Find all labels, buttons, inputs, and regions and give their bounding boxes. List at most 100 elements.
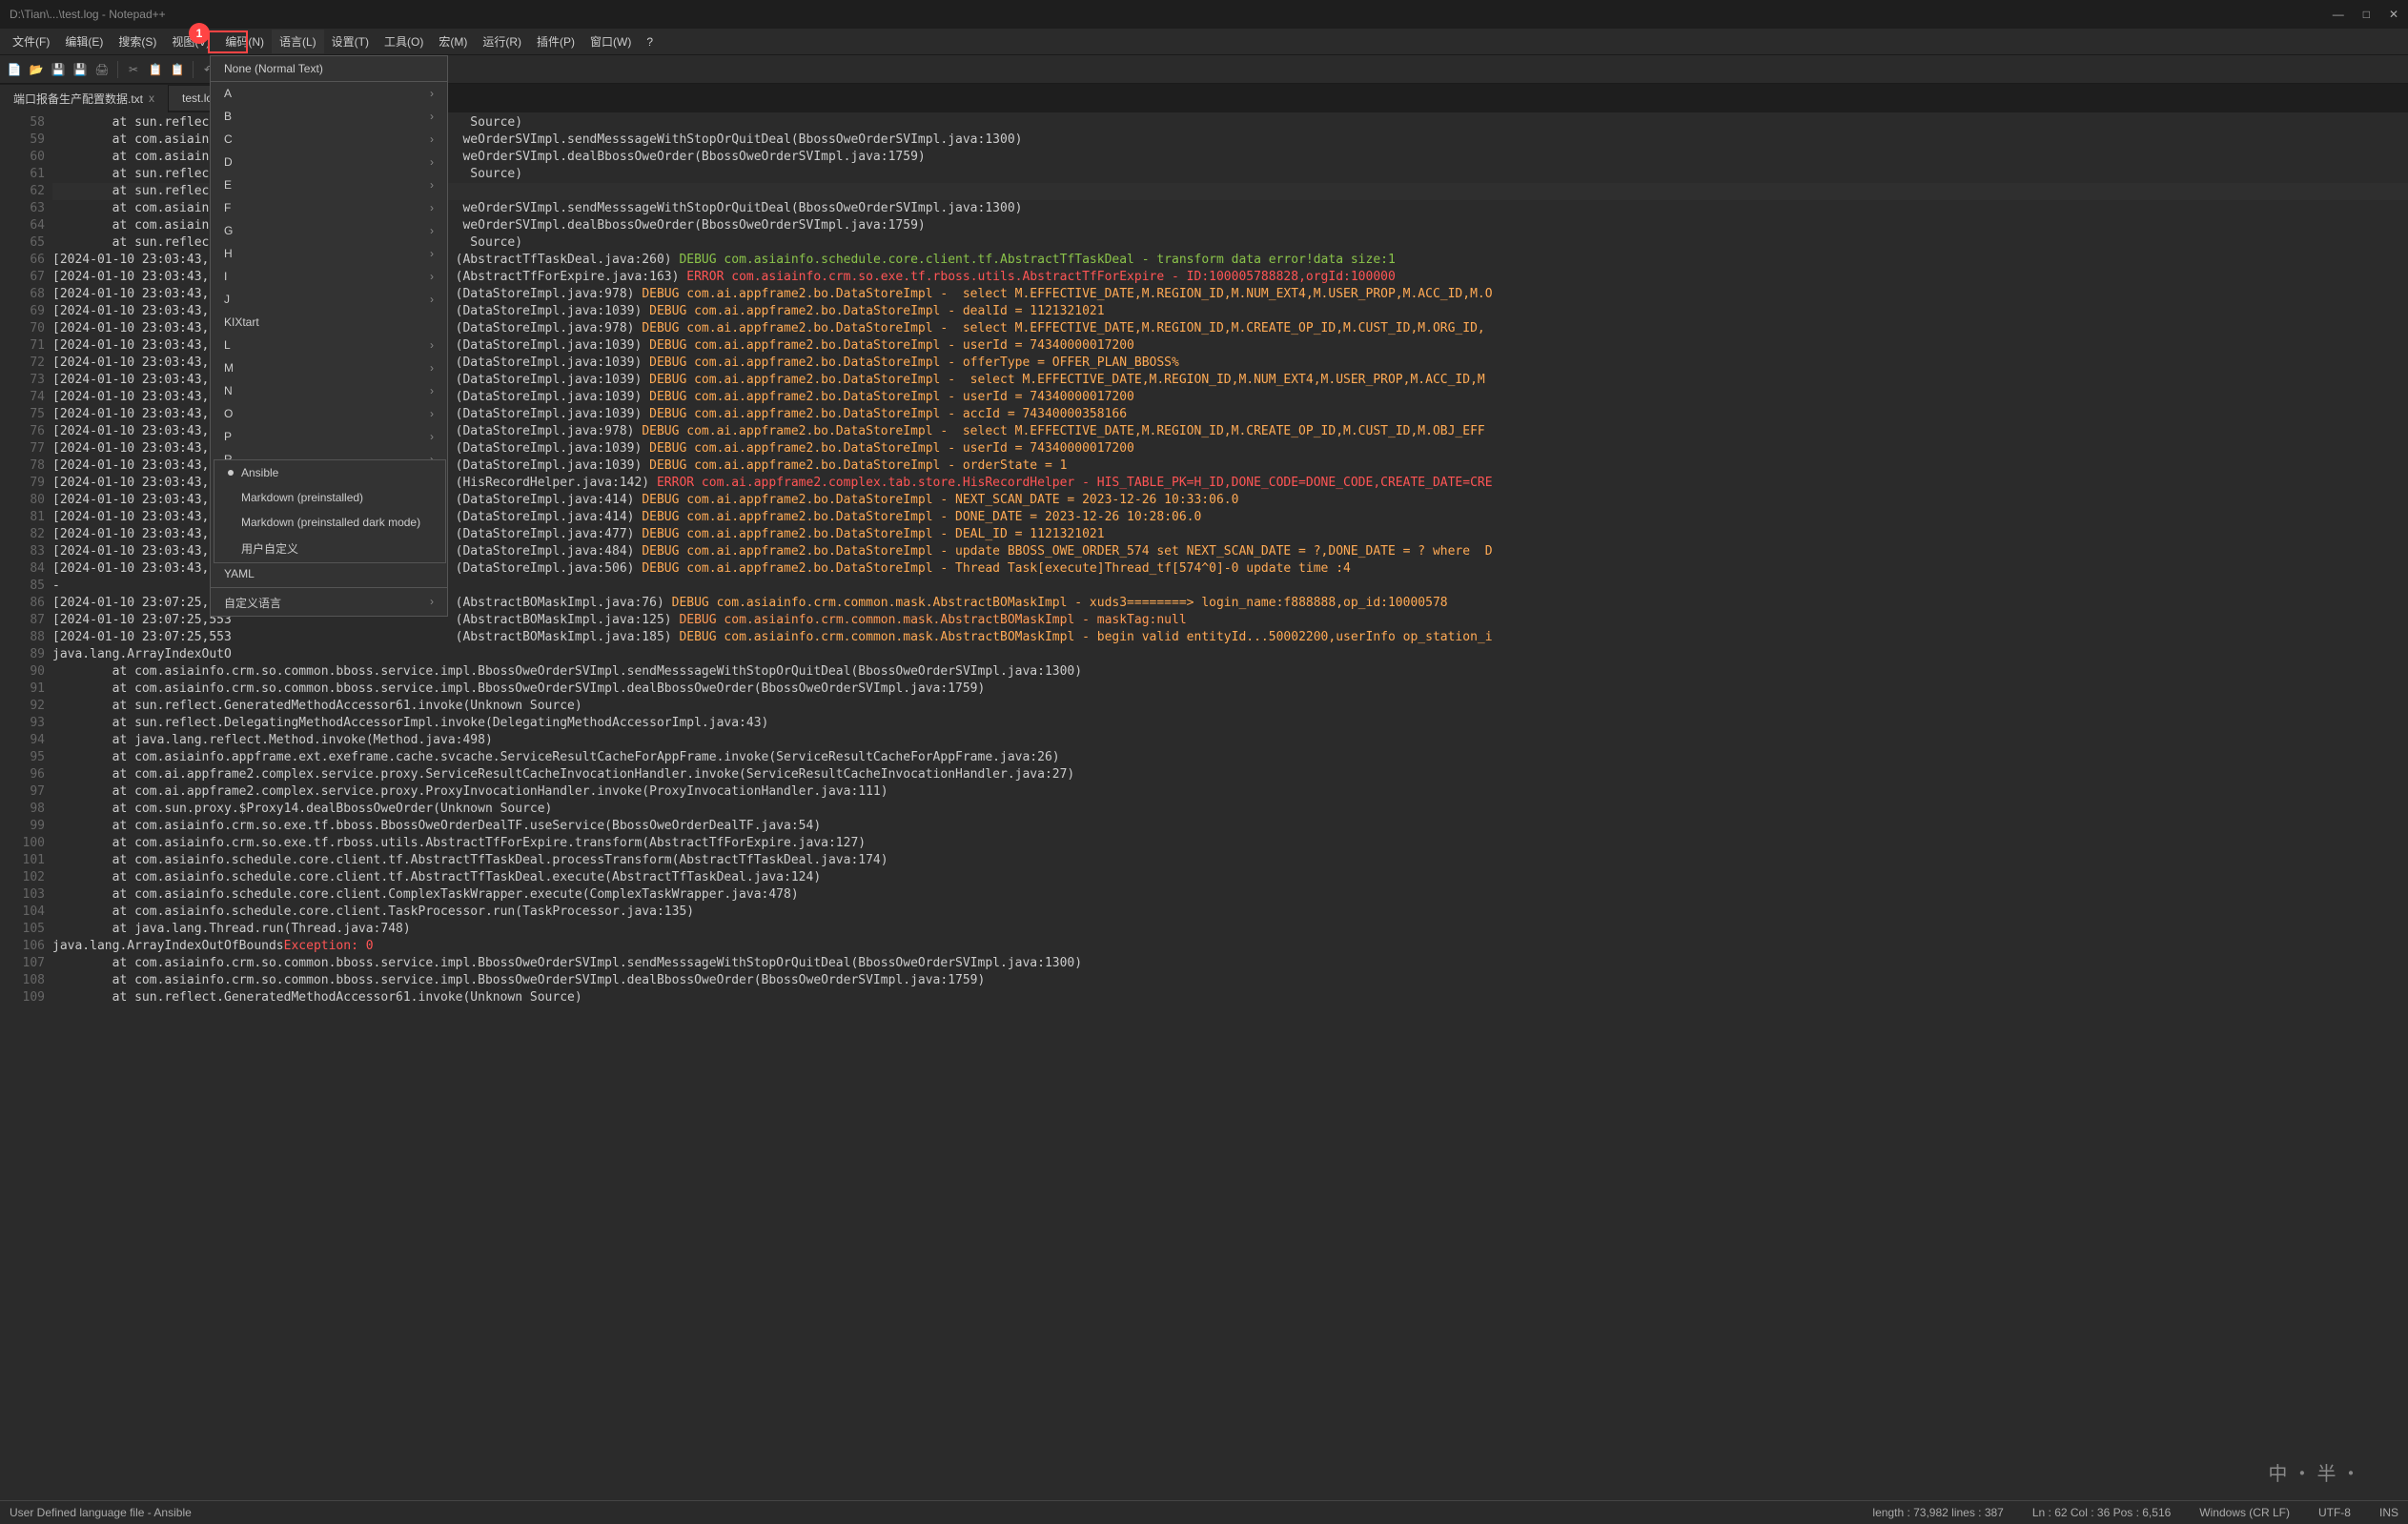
line-number: 74 bbox=[0, 389, 45, 406]
minimize-button[interactable]: — bbox=[2333, 8, 2344, 21]
code-line: at com.asiainfo.crm.so.common.bboss.serv… bbox=[52, 955, 2408, 972]
code-line: at com.asiainfo.schedule.core.client.tf.… bbox=[52, 852, 2408, 869]
language-letter-e[interactable]: E› bbox=[211, 173, 447, 196]
menu-run[interactable]: 运行(R) bbox=[475, 30, 529, 53]
line-number: 58 bbox=[0, 114, 45, 132]
language-custom[interactable]: 自定义语言› bbox=[211, 590, 447, 616]
line-number: 70 bbox=[0, 320, 45, 337]
line-number: 83 bbox=[0, 543, 45, 560]
status-bar: User Defined language file - Ansible len… bbox=[0, 1500, 2408, 1524]
toolbar-separator bbox=[117, 61, 118, 78]
code-line: at com.asiainfo.appframe.ext.exeframe.ca… bbox=[52, 749, 2408, 766]
line-number: 90 bbox=[0, 663, 45, 681]
language-letter-i[interactable]: I› bbox=[211, 265, 447, 288]
menu-language[interactable]: 语言(L) bbox=[272, 30, 324, 53]
language-letter-g[interactable]: G› bbox=[211, 219, 447, 242]
submenu-arrow-icon: › bbox=[430, 595, 434, 611]
language-yaml[interactable]: YAML bbox=[211, 562, 447, 585]
open-file-icon[interactable]: 📂 bbox=[27, 60, 46, 79]
code-line: at com.asiainfo.schedule.core.client.tf.… bbox=[52, 869, 2408, 886]
line-number: 106 bbox=[0, 938, 45, 955]
line-number: 109 bbox=[0, 989, 45, 1006]
language-kixtart[interactable]: KIXtart bbox=[211, 311, 447, 334]
code-line: at java.lang.reflect.Method.invoke(Metho… bbox=[52, 732, 2408, 749]
line-number: 66 bbox=[0, 252, 45, 269]
code-line: [2024-01-10 23:07:25,553 (AbstractBOMask… bbox=[52, 629, 2408, 646]
line-number: 95 bbox=[0, 749, 45, 766]
annotation-number-1: 1 bbox=[189, 23, 210, 44]
code-line: at com.asiainfo.crm.so.common.bboss.serv… bbox=[52, 681, 2408, 698]
language-letter-a[interactable]: A› bbox=[211, 82, 447, 105]
language-none[interactable]: None (Normal Text) bbox=[211, 56, 447, 82]
line-number: 87 bbox=[0, 612, 45, 629]
language-letter-m[interactable]: M› bbox=[211, 356, 447, 379]
line-number: 80 bbox=[0, 492, 45, 509]
menu-macro[interactable]: 宏(M) bbox=[431, 30, 475, 53]
line-number: 61 bbox=[0, 166, 45, 183]
line-number: 88 bbox=[0, 629, 45, 646]
menu-window[interactable]: 窗口(W) bbox=[582, 30, 639, 53]
title-bar: D:\Tian\...\test.log - Notepad++ — □ ✕ bbox=[0, 0, 2408, 29]
line-number: 102 bbox=[0, 869, 45, 886]
line-number: 64 bbox=[0, 217, 45, 234]
line-number: 71 bbox=[0, 337, 45, 355]
line-number: 69 bbox=[0, 303, 45, 320]
language-letter-p[interactable]: P› bbox=[211, 425, 447, 448]
menu-settings[interactable]: 设置(T) bbox=[324, 30, 377, 53]
code-line: at com.asiainfo.crm.so.exe.tf.rboss.util… bbox=[52, 835, 2408, 852]
print-icon[interactable]: 🖨 bbox=[92, 60, 112, 79]
language-letter-o[interactable]: O› bbox=[211, 402, 447, 425]
tab-config-file[interactable]: 端口报备生产配置数据.txt x bbox=[0, 85, 169, 112]
submenu-markdown[interactable]: Markdown (preinstalled) bbox=[214, 485, 445, 510]
line-number: 78 bbox=[0, 457, 45, 475]
language-letter-l[interactable]: L› bbox=[211, 334, 447, 356]
code-line: at com.asiainfo.schedule.core.client.Com… bbox=[52, 886, 2408, 904]
maximize-button[interactable]: □ bbox=[2363, 8, 2370, 21]
save-all-icon[interactable]: 💾 bbox=[71, 60, 90, 79]
menu-help[interactable]: ? bbox=[639, 31, 661, 52]
language-letter-d[interactable]: D› bbox=[211, 151, 447, 173]
language-letter-f[interactable]: F› bbox=[211, 196, 447, 219]
window-controls: — □ ✕ bbox=[2333, 8, 2398, 21]
code-line: at com.asiainfo.crm.so.exe.tf.bboss.Bbos… bbox=[52, 818, 2408, 835]
toolbar-separator bbox=[193, 61, 194, 78]
menu-bar: 文件(F) 编辑(E) 搜索(S) 视图(V) 编码(N) 语言(L) 设置(T… bbox=[0, 29, 2408, 55]
line-number: 67 bbox=[0, 269, 45, 286]
menu-plugins[interactable]: 插件(P) bbox=[529, 30, 582, 53]
menu-tools[interactable]: 工具(O) bbox=[377, 30, 431, 53]
submenu-user-defined[interactable]: 用户自定义 bbox=[214, 535, 445, 562]
line-number: 60 bbox=[0, 149, 45, 166]
status-insert-mode: INS bbox=[2379, 1506, 2398, 1519]
new-file-icon[interactable]: 📄 bbox=[5, 60, 24, 79]
close-button[interactable]: ✕ bbox=[2389, 8, 2398, 21]
language-letter-h[interactable]: H› bbox=[211, 242, 447, 265]
language-letter-j[interactable]: J› bbox=[211, 288, 447, 311]
menu-separator bbox=[211, 587, 447, 588]
submenu-markdown-dark[interactable]: Markdown (preinstalled dark mode) bbox=[214, 510, 445, 535]
code-line: at sun.reflect.GeneratedMethodAccessor61… bbox=[52, 989, 2408, 1006]
line-number: 89 bbox=[0, 646, 45, 663]
menu-search[interactable]: 搜索(S) bbox=[111, 30, 164, 53]
copy-icon[interactable]: 📋 bbox=[146, 60, 165, 79]
save-icon[interactable]: 💾 bbox=[49, 60, 68, 79]
ime-indicator: 中 ‧ 半 ‧ bbox=[2268, 1458, 2360, 1486]
line-number: 101 bbox=[0, 852, 45, 869]
language-letter-n[interactable]: N› bbox=[211, 379, 447, 402]
line-number: 103 bbox=[0, 886, 45, 904]
line-number: 104 bbox=[0, 904, 45, 921]
line-number: 75 bbox=[0, 406, 45, 423]
code-line: at com.asiainfo.schedule.core.client.Tas… bbox=[52, 904, 2408, 921]
menu-file[interactable]: 文件(F) bbox=[5, 30, 57, 53]
line-number: 91 bbox=[0, 681, 45, 698]
line-number: 68 bbox=[0, 286, 45, 303]
language-letter-b[interactable]: B› bbox=[211, 105, 447, 128]
submenu-ansible[interactable]: Ansible bbox=[214, 460, 445, 485]
cut-icon[interactable]: ✂ bbox=[124, 60, 143, 79]
close-tab-icon[interactable]: x bbox=[149, 91, 154, 105]
paste-icon[interactable]: 📋 bbox=[168, 60, 187, 79]
language-letter-c[interactable]: C› bbox=[211, 128, 447, 151]
code-line: java.lang.ArrayIndexOutOfBoundsException… bbox=[52, 938, 2408, 955]
code-line: at com.asiainfo.crm.so.common.bboss.serv… bbox=[52, 972, 2408, 989]
menu-edit[interactable]: 编辑(E) bbox=[57, 30, 111, 53]
line-number: 96 bbox=[0, 766, 45, 783]
